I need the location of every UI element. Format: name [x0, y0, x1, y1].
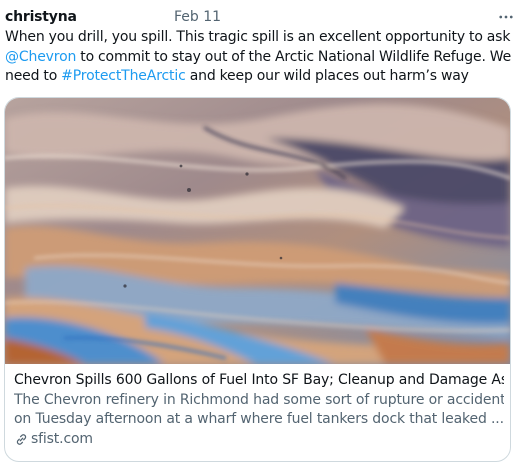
tweet-text: When you drill, you spill. This tragic s…	[5, 28, 521, 87]
card-domain[interactable]: sfist.com	[14, 430, 504, 450]
tweet-header: christyna Feb 11	[5, 6, 521, 28]
tweet-text-part1: When you drill, you spill. This tragic s…	[5, 29, 511, 45]
oil-spill-photo[interactable]	[5, 98, 510, 364]
tweet-date[interactable]: Feb 11	[174, 6, 221, 28]
card-description-line-1: The Chevron refinery in Richmond had som…	[14, 391, 504, 408]
mention-link[interactable]: @Chevron	[5, 49, 76, 65]
tweet[interactable]: christyna Feb 11 When you drill, you spi…	[0, 0, 528, 467]
card-description-line-2: on Tuesday afternoon at a wharf where fu…	[14, 411, 504, 427]
card-domain-text[interactable]: sfist.com	[31, 430, 93, 450]
link-preview-card[interactable]: Chevron Spills 600 Gallons of Fuel Into …	[4, 97, 511, 462]
author-name[interactable]: christyna	[5, 6, 77, 28]
more-horizontal-icon[interactable]	[495, 6, 517, 28]
hashtag-link[interactable]: #ProtectTheArctic	[61, 68, 186, 84]
card-title[interactable]: Chevron Spills 600 Gallons of Fuel Into …	[14, 371, 504, 391]
card-text[interactable]: Chevron Spills 600 Gallons of Fuel Into …	[14, 371, 504, 449]
tweet-text-part3: and keep our wild places out harm’s way	[185, 68, 469, 84]
link-icon	[14, 432, 29, 447]
